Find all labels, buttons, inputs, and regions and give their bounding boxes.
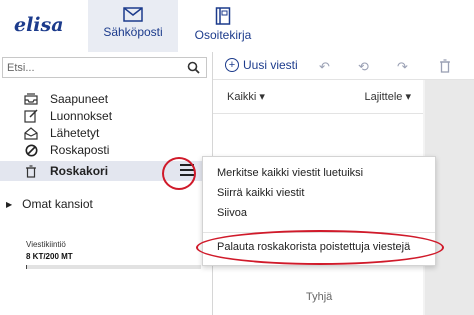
chevron-down-icon: ▾ [405,91,411,103]
folder-label: Lähetetyt [50,126,100,140]
block-icon [24,143,38,157]
tab-contacts-label: Osoitekirja [194,28,252,42]
edit-icon [24,109,38,123]
tab-contacts[interactable]: Osoitekirja [184,0,262,52]
search-icon[interactable] [187,61,200,74]
reply-icon[interactable]: ↶ [319,59,330,75]
svg-text:elisa: elisa [14,14,64,36]
delete-icon[interactable] [439,59,451,73]
menu-item-clean-up[interactable]: Siivoa [217,207,247,219]
sent-icon [24,126,38,140]
filter-dropdown[interactable]: Kaikki ▾ [227,90,265,103]
highlight-ellipse [196,230,444,265]
expand-arrow-icon: ▶ [6,199,13,209]
folder-spam[interactable]: Roskaposti [24,142,109,158]
envelope-icon [123,7,143,22]
tab-mail[interactable]: Sähköposti [88,0,178,52]
quota-bar [26,265,201,269]
search-box [2,57,207,78]
menu-item-move-all[interactable]: Siirrä kaikki viestit [217,187,304,199]
address-book-icon [215,7,231,25]
menu-item-mark-all-read[interactable]: Merkitse kaikki viestit luetuiksi [217,167,363,179]
folder-label: Roskakori [50,164,109,178]
highlight-circle [162,157,196,190]
sort-dropdown[interactable]: Lajittele ▾ [364,90,411,103]
trash-icon [24,164,38,178]
new-message-label: Uusi viesti [243,58,298,72]
folder-sent[interactable]: Lähetetyt [24,125,99,141]
message-toolbar: + Uusi viesti ↶ ⟲ ↷ [213,52,474,80]
forward-icon[interactable]: ↷ [397,59,408,75]
chevron-down-icon: ▾ [259,91,265,103]
top-bar: elisa Sähköposti Osoitekirja [0,0,474,52]
quota-value: 8 KT/200 MT [26,252,73,261]
own-folders-label: Omat kansiot [22,197,93,211]
plus-icon: + [225,58,239,72]
own-folders[interactable]: ▶ Omat kansiot [6,197,93,211]
elisa-logo[interactable]: elisa [14,14,72,39]
sort-label: Lajittele [364,91,403,103]
empty-list-text: Tyhjä [306,291,333,303]
filter-label: Kaikki [227,91,257,103]
tab-mail-label: Sähköposti [103,25,163,39]
folder-drafts[interactable]: Luonnokset [24,108,112,124]
new-message-button[interactable]: + Uusi viesti [225,58,298,72]
search-input[interactable] [3,58,178,77]
reply-all-icon[interactable]: ⟲ [358,59,369,75]
list-header: Kaikki ▾ Lajittele ▾ [213,80,423,114]
folder-label: Roskaposti [50,143,110,157]
quota-label: Viestikiintiö [26,240,66,249]
quota-fill [26,265,27,269]
folder-label: Luonnokset [50,109,113,123]
folder-inbox[interactable]: Saapuneet [24,91,108,107]
folder-label: Saapuneet [50,92,109,106]
inbox-icon [24,92,38,106]
